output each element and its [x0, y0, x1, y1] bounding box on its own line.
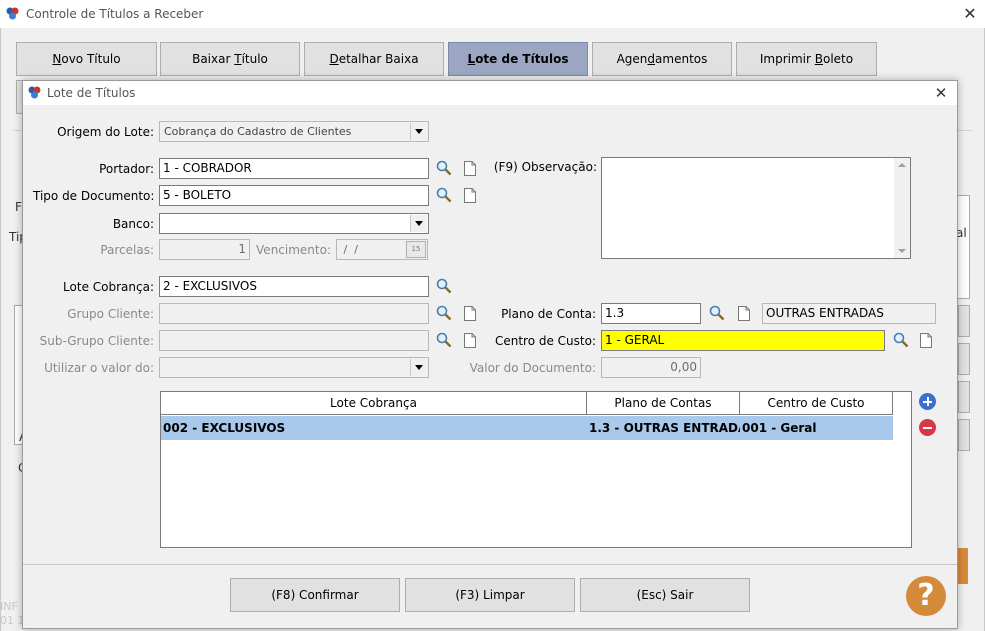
document-icon[interactable] — [464, 188, 476, 203]
bg-label-fragment: F — [15, 200, 22, 214]
footer-divider — [23, 564, 957, 565]
origem-label: Origem do Lote: — [57, 125, 154, 139]
tab-detalhar-baixa[interactable]: Detalhar Baixa — [304, 42, 444, 76]
bg-side-button — [958, 305, 970, 337]
tab-agendamentos[interactable]: Agendamentos — [592, 42, 732, 76]
centro-custo-label: Centro de Custo: — [494, 334, 596, 348]
app-logo-icon — [6, 7, 19, 20]
plano-conta-label: Plano de Conta: — [501, 307, 596, 321]
tab-novo-titulo[interactable]: Novo Título — [16, 42, 157, 76]
centro-custo-field[interactable]: 1 - GERAL — [601, 330, 885, 351]
document-icon[interactable] — [464, 161, 476, 176]
grid-cell-lote: 002 - EXCLUSIVOS — [163, 421, 286, 435]
help-icon[interactable]: ? — [906, 576, 946, 616]
lote-cobranca-field[interactable]: 2 - EXCLUSIVOS — [159, 276, 429, 297]
grupo-cliente-field[interactable] — [159, 303, 429, 324]
grid-header-lote-cobranca[interactable]: Lote Cobrança — [161, 392, 587, 415]
tipo-documento-field[interactable]: 5 - BOLETO — [159, 185, 429, 206]
sub-grupo-cliente-field[interactable] — [159, 330, 429, 351]
lote-de-titulos-dialog: Lote de Títulos ✕ Origem do Lote: Cobran… — [22, 80, 958, 629]
scroll-down-icon[interactable] — [898, 249, 906, 253]
banco-label: Banco: — [112, 217, 154, 231]
document-icon[interactable] — [738, 306, 750, 321]
sub-grupo-cliente-label: Sub-Grupo Cliente: — [39, 334, 154, 348]
vencimento-value: / / — [340, 243, 358, 256]
vencimento-label: Vencimento: — [256, 243, 331, 257]
calendar-icon[interactable]: 15 — [406, 241, 426, 258]
tab-baixar-titulo[interactable]: Baixar Título — [160, 42, 300, 76]
bg-box-fragment — [956, 195, 970, 299]
add-row-button[interactable] — [919, 393, 936, 410]
lote-cobranca-label: Lote Cobrança: — [63, 280, 154, 294]
dialog-titlebar — [23, 81, 957, 105]
bg-side-button — [958, 343, 970, 375]
tab-imprimir-boleto[interactable]: Imprimir Boleto — [736, 42, 877, 76]
observacao-label: (F9) Observação: — [493, 160, 597, 174]
main-close-icon[interactable]: ✕ — [960, 4, 980, 24]
tab-lote-de-titulos[interactable]: Lote de Títulos — [448, 42, 588, 76]
parcelas-label: Parcelas: — [100, 243, 154, 257]
app-logo-icon — [28, 86, 41, 99]
vencimento-field[interactable]: / / 15 — [336, 239, 428, 260]
origem-value: Cobrança do Cadastro de Clientes — [164, 125, 352, 138]
tipo-documento-label: Tipo de Documento: — [33, 189, 155, 203]
grid-header-centro-custo[interactable]: Centro de Custo — [740, 392, 893, 415]
document-icon[interactable] — [464, 306, 476, 321]
dialog-close-icon[interactable]: ✕ — [931, 83, 951, 103]
portador-field[interactable]: 1 - COBRADOR — [159, 158, 429, 179]
utilizar-valor-select[interactable] — [159, 357, 429, 378]
valor-documento-field: 0,00 — [601, 357, 701, 378]
grupo-cliente-label: Grupo Cliente: — [67, 307, 154, 321]
scroll-up-icon[interactable] — [898, 163, 906, 167]
search-icon[interactable] — [708, 304, 726, 322]
document-icon[interactable] — [920, 333, 932, 348]
banco-select[interactable] — [159, 213, 429, 234]
search-icon[interactable] — [435, 277, 453, 295]
plano-conta-description-field: OUTRAS ENTRADAS — [762, 303, 936, 324]
chevron-down-icon[interactable] — [410, 123, 427, 140]
document-icon[interactable] — [464, 333, 476, 348]
chevron-down-icon[interactable] — [410, 359, 427, 376]
exit-button[interactable]: (Esc) Sair — [580, 578, 750, 612]
search-icon[interactable] — [435, 186, 453, 204]
grid-header-plano-contas[interactable]: Plano de Contas — [587, 392, 740, 415]
grid-cell-plano: 1.3 - OUTRAS ENTRADA — [589, 421, 740, 435]
origem-select[interactable]: Cobrança do Cadastro de Clientes — [159, 121, 429, 142]
bg-side-button — [958, 381, 970, 413]
observacao-textarea[interactable] — [601, 157, 911, 259]
parcelas-field[interactable]: 1 — [159, 239, 250, 260]
search-icon[interactable] — [435, 159, 453, 177]
lote-grid[interactable]: Lote Cobrança Plano de Contas Centro de … — [160, 391, 912, 548]
main-window-title: Controle de Títulos a Receber — [26, 7, 204, 21]
search-icon[interactable] — [435, 331, 453, 349]
table-row[interactable]: 002 - EXCLUSIVOS 1.3 - OUTRAS ENTRADA 00… — [161, 416, 893, 440]
portador-label: Portador: — [99, 162, 154, 176]
grid-cell-centro: 001 - Geral — [742, 421, 817, 435]
plano-conta-code-field[interactable]: 1.3 — [601, 303, 701, 324]
confirm-button[interactable]: (F8) Confirmar — [230, 578, 400, 612]
valor-documento-label: Valor do Documento: — [469, 361, 596, 375]
clear-button[interactable]: (F3) Limpar — [405, 578, 575, 612]
dialog-title: Lote de Títulos — [47, 86, 136, 100]
search-icon[interactable] — [892, 331, 910, 349]
chevron-down-icon[interactable] — [410, 215, 427, 232]
bg-side-button — [958, 419, 970, 451]
remove-row-button[interactable] — [919, 419, 936, 436]
utilizar-valor-label: Utilizar o valor do: — [44, 361, 154, 375]
search-icon[interactable] — [435, 304, 453, 322]
observacao-scrollbar[interactable] — [894, 158, 910, 258]
